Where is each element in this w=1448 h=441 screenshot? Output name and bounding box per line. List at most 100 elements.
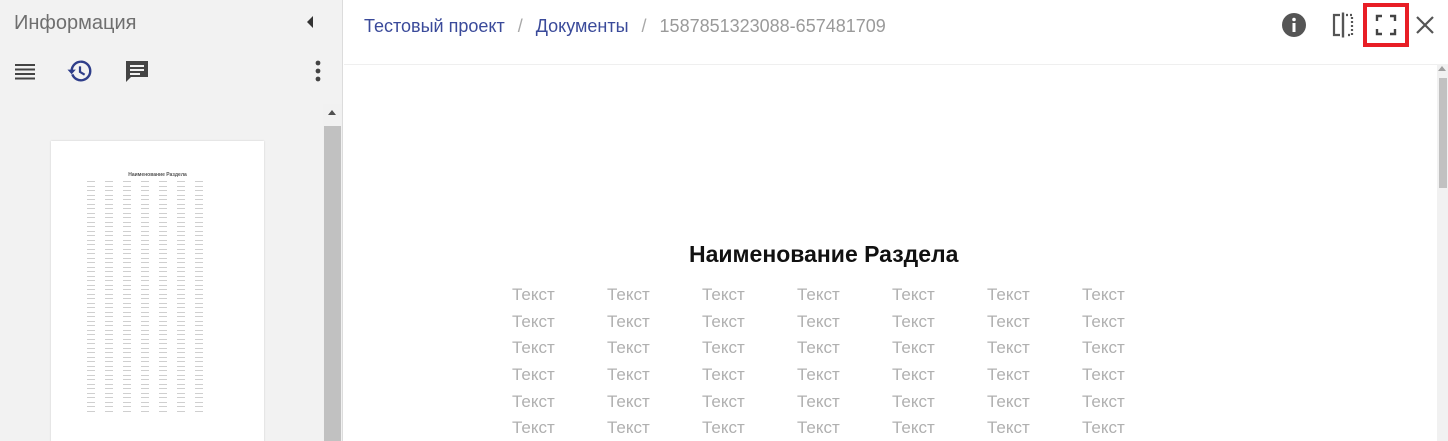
thumbnail-text-line (87, 334, 95, 336)
thumbnail-text-line (123, 253, 131, 255)
thumbnail-text-line (141, 284, 149, 286)
thumbnail-text-line (159, 410, 167, 412)
document-text-cell: Текст (512, 418, 555, 437)
thumbnail-text-line (87, 401, 95, 403)
scroll-up-arrow-icon[interactable] (328, 110, 336, 115)
info-sidebar: Информация Наименование Раздела (0, 0, 343, 441)
thumbnail-text-line (141, 298, 149, 300)
history-button[interactable] (67, 58, 93, 84)
document-text-cell: Текст (512, 392, 555, 411)
more-options-button[interactable] (305, 58, 331, 84)
document-text-cell: Текст (892, 365, 935, 384)
thumbnail-text-line (159, 194, 167, 196)
thumbnail-text-line (159, 356, 167, 358)
thumbnail-text-line (105, 217, 113, 219)
thumbnail-text-line (123, 343, 131, 345)
thumbnail-text-line (195, 347, 203, 349)
thumbnail-text-line (195, 239, 203, 241)
thumbnail-text-line (105, 365, 113, 367)
thumbnail-text-line (177, 361, 185, 363)
thumbnail-text-line (177, 370, 185, 372)
thumbnail-text-line (141, 356, 149, 358)
page-thumbnail[interactable]: Наименование Раздела (51, 141, 264, 441)
document-text-cell: Текст (512, 312, 555, 331)
document-scrollbar[interactable] (1437, 64, 1448, 441)
thumbnail-text-line (195, 208, 203, 210)
thumbnail-text-line (87, 370, 95, 372)
compare-button[interactable] (1330, 12, 1356, 38)
thumbnail-text-line (159, 280, 167, 282)
thumbnail-text-line (141, 230, 149, 232)
thumbnail-text-line (105, 316, 113, 318)
comments-button[interactable] (124, 58, 150, 84)
document-text-cell: Текст (1082, 285, 1125, 304)
document-text-cell: Текст (702, 418, 745, 437)
thumbnail-text-line (177, 347, 185, 349)
thumbnails-scrollbar[interactable] (323, 104, 342, 441)
thumbnail-text-line (177, 275, 185, 277)
list-view-button[interactable] (12, 58, 38, 84)
thumbnail-text-line (105, 338, 113, 340)
thumbnail-text-line (195, 401, 203, 403)
thumbnail-text-line (141, 329, 149, 331)
document-text-cell: Текст (797, 418, 840, 437)
thumbnail-text-line (159, 230, 167, 232)
document-text-cell: Текст (797, 285, 840, 304)
thumbnail-text-line (177, 221, 185, 223)
thumbnail-text-line (177, 307, 185, 309)
close-icon (1416, 16, 1434, 34)
document-text-cell: Текст (892, 338, 935, 357)
thumbnail-text-line (177, 374, 185, 376)
thumbnail-text-line (195, 199, 203, 201)
thumbnail-text-line (195, 406, 203, 408)
thumbnail-text-line (141, 257, 149, 259)
thumbnail-text-line (105, 334, 113, 336)
thumbnail-text-line (141, 370, 149, 372)
thumbnail-text-line (87, 374, 95, 376)
thumbnail-text-line (195, 212, 203, 214)
fullscreen-button[interactable] (1373, 12, 1399, 38)
thumbnail-text-line (177, 199, 185, 201)
thumbnail-text-line (159, 253, 167, 255)
thumbnail-text-line (159, 271, 167, 273)
page-thumbnails: Наименование Раздела (0, 104, 342, 441)
document-text-cell: Текст (607, 392, 650, 411)
thumbnail-text-line (123, 221, 131, 223)
thumbnail-text-line (159, 235, 167, 237)
thumbnail-text-line (141, 235, 149, 237)
breadcrumb-documents-link[interactable]: Документы (536, 16, 629, 36)
thumbnail-text-line (87, 203, 95, 205)
thumbnail-text-line (159, 334, 167, 336)
thumbnail-text-line (195, 230, 203, 232)
thumbnail-text-line (195, 185, 203, 187)
thumbnail-text-line (159, 208, 167, 210)
thumbnail-text-line (87, 361, 95, 363)
thumbnail-text-line (141, 338, 149, 340)
thumbnail-text-line (177, 388, 185, 390)
thumbnail-text-line (141, 320, 149, 322)
scrollbar-thumb[interactable] (1439, 78, 1447, 188)
thumbnail-text-line (195, 217, 203, 219)
document-text-cell: Текст (607, 312, 650, 331)
thumbnail-text-line (105, 361, 113, 363)
thumbnail-text-line (177, 185, 185, 187)
scrollbar-thumb[interactable] (324, 126, 341, 441)
thumbnail-text-line (105, 329, 113, 331)
scroll-up-arrow-icon[interactable] (1438, 66, 1446, 71)
thumbnail-text-line (177, 401, 185, 403)
thumbnail-text-line (87, 298, 95, 300)
thumbnail-text-line (177, 253, 185, 255)
document-page: Наименование Раздела Текст Текст Текст Текс… (344, 64, 1448, 441)
thumbnail-text-line (177, 280, 185, 282)
thumbnail-text-line (177, 194, 185, 196)
thumbnail-text-line (105, 271, 113, 273)
thumbnail-text-line (159, 284, 167, 286)
info-button[interactable] (1281, 12, 1307, 38)
thumbnail-text-line (177, 208, 185, 210)
thumbnail-text-line (159, 262, 167, 264)
close-button[interactable] (1412, 12, 1438, 38)
breadcrumb-project-link[interactable]: Тестовый проект (364, 16, 505, 36)
chevron-left-icon (307, 16, 313, 28)
collapse-sidebar-button[interactable] (300, 10, 320, 34)
thumbnail-text-line (141, 262, 149, 264)
